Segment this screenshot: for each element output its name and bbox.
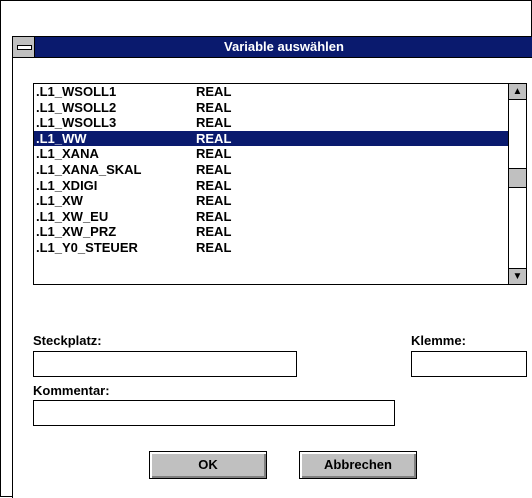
list-item[interactable]: .L1_Y0_STEUER REAL <box>34 240 508 256</box>
variable-type: REAL <box>196 239 232 255</box>
variable-name: .L1_XW <box>36 193 83 209</box>
variable-name: .L1_XDIGI <box>36 177 98 193</box>
list-item[interactable]: .L1_XANA REAL <box>34 146 508 162</box>
variable-type: REAL <box>196 193 232 209</box>
variable-name: .L1_Y0_STEUER <box>36 239 138 255</box>
klemme-field[interactable] <box>411 351 527 377</box>
kommentar-label: Kommentar: <box>33 383 110 398</box>
list-item[interactable]: .L1_XW_PRZ REAL <box>34 224 508 240</box>
list-item[interactable]: .L1_XDIGI REAL <box>34 178 508 194</box>
list-item[interactable]: .L1_XANA_SKAL REAL <box>34 162 508 178</box>
list-item[interactable]: .L1_WSOLL2 REAL <box>34 100 508 116</box>
scroll-thumb[interactable] <box>509 168 526 188</box>
variable-type: REAL <box>196 224 232 240</box>
variable-type: REAL <box>196 99 232 115</box>
steckplatz-label: Steckplatz: <box>33 333 102 348</box>
scroll-down-button[interactable]: ▼ <box>509 268 526 284</box>
cancel-button[interactable]: Abbrechen <box>299 451 417 479</box>
scroll-up-button[interactable]: ▲ <box>509 84 526 100</box>
variable-dialog: Variable auswählen .L1_WSOLL1 REAL .L1_WSO… <box>12 36 532 498</box>
dialog-title: Variable auswählen <box>224 39 344 54</box>
list-item[interactable]: .L1_XW_EU REAL <box>34 209 508 225</box>
variable-type: REAL <box>196 146 232 162</box>
title-bar[interactable]: Variable auswählen <box>13 37 532 58</box>
variable-type: REAL <box>196 161 232 177</box>
variable-name: .L1_WSOLL1 <box>36 84 117 99</box>
variable-name: .L1_XW_EU <box>36 208 109 224</box>
variable-name: .L1_XANA_SKAL <box>36 161 142 177</box>
arrow-down-icon: ▼ <box>512 271 523 282</box>
list-item[interactable]: .L1_WW REAL <box>34 130 508 147</box>
variable-name: .L1_WSOLL2 <box>36 99 117 115</box>
variable-name: .L1_WSOLL3 <box>36 115 117 131</box>
steckplatz-field[interactable] <box>33 351 297 377</box>
klemme-label: Klemme: <box>411 333 466 348</box>
variable-type: REAL <box>196 130 232 146</box>
variable-type: REAL <box>196 208 232 224</box>
arrow-up-icon: ▲ <box>512 86 523 97</box>
variable-name: .L1_XANA <box>36 146 99 162</box>
ok-button[interactable]: OK <box>149 451 267 479</box>
kommentar-field[interactable] <box>33 400 395 426</box>
variable-type: REAL <box>196 177 232 193</box>
vertical-scrollbar[interactable]: ▲ ▼ <box>508 84 526 284</box>
list-item[interactable]: .L1_WSOLL3 REAL <box>34 115 508 131</box>
variable-name: .L1_WW <box>36 130 87 146</box>
list-item[interactable]: .L1_XW REAL <box>34 193 508 209</box>
variable-listbox[interactable]: .L1_WSOLL1 REAL .L1_WSOLL2 REAL .L1_WSOLL3 RE… <box>33 83 527 285</box>
list-item[interactable]: .L1_WSOLL1 REAL <box>34 84 508 100</box>
variable-name: .L1_XW_PRZ <box>36 224 117 240</box>
system-menu-button[interactable] <box>13 37 35 57</box>
variable-type: REAL <box>196 84 232 99</box>
system-menu-icon <box>17 45 32 50</box>
variable-type: REAL <box>196 115 232 131</box>
variable-list: .L1_WSOLL1 REAL .L1_WSOLL2 REAL .L1_WSOLL3 RE… <box>34 84 508 284</box>
